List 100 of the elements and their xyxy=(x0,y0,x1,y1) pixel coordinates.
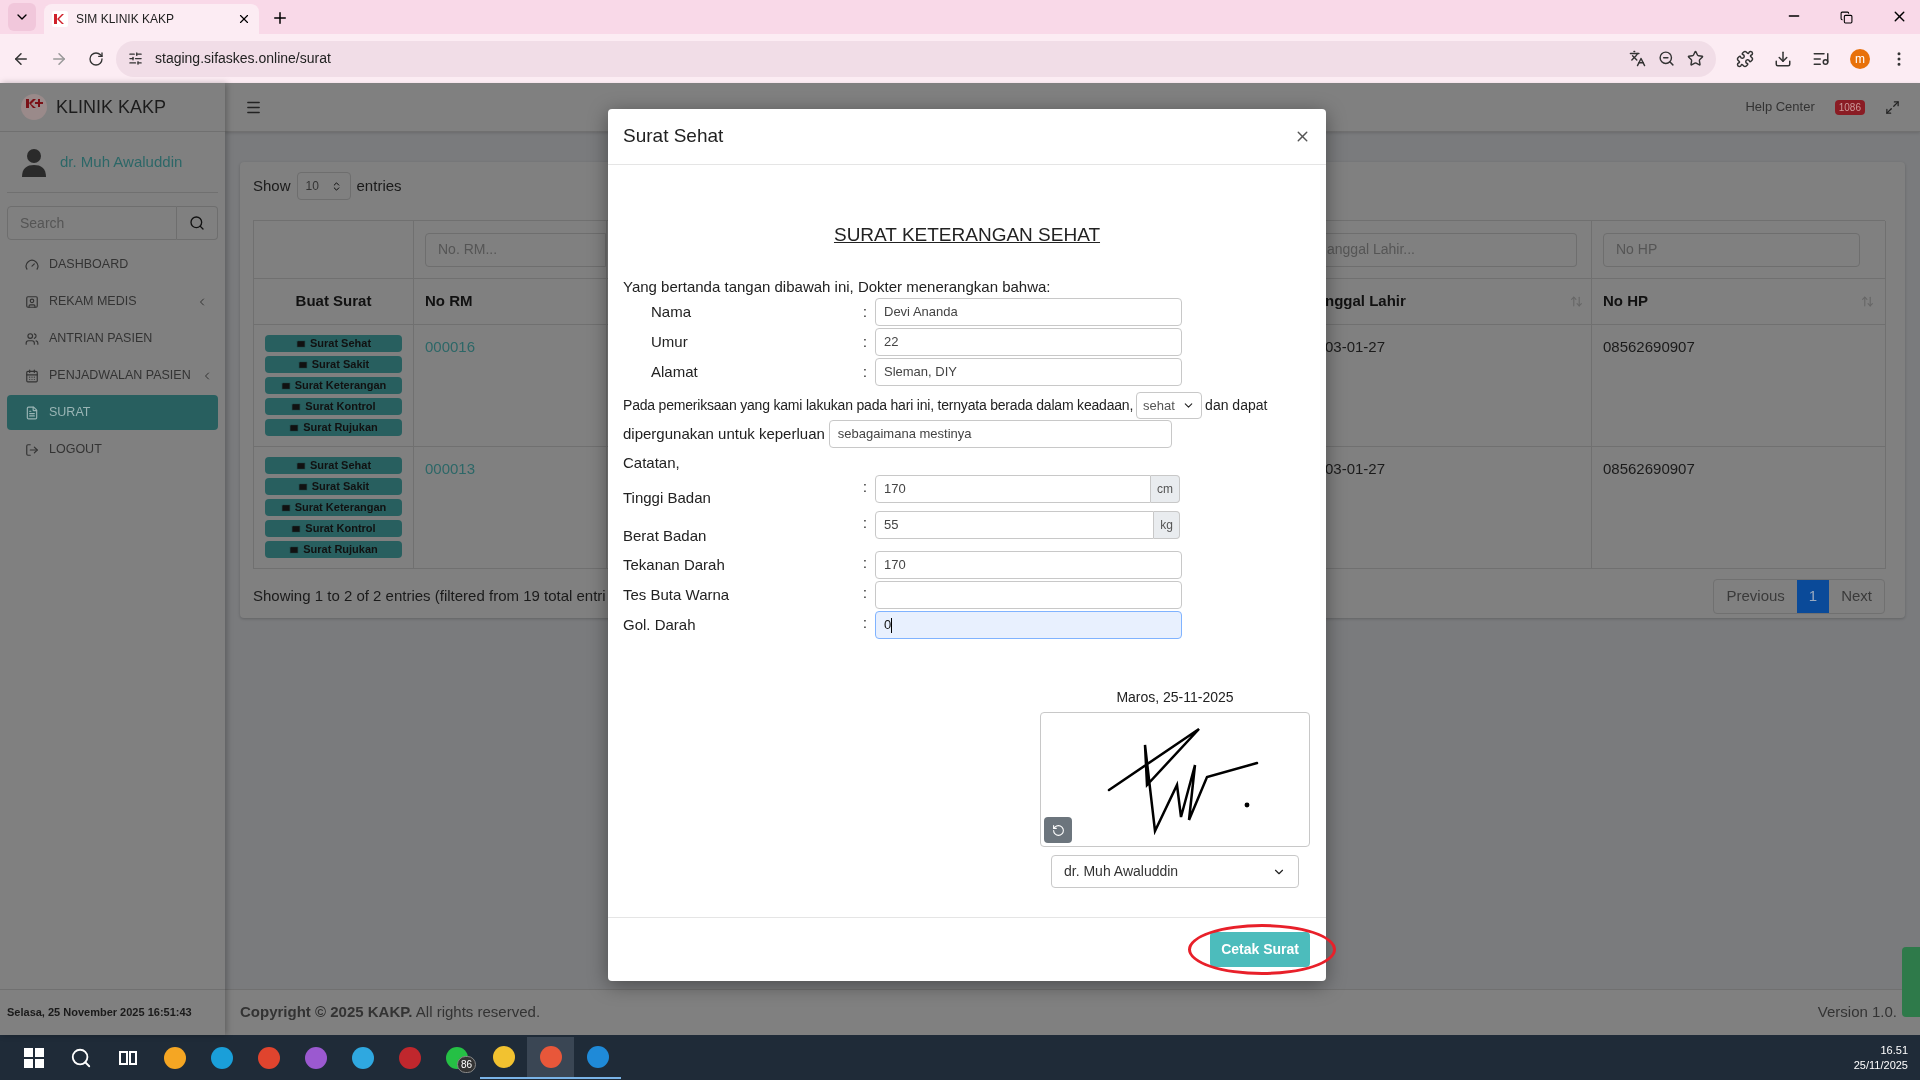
condition-select[interactable]: sehat xyxy=(1136,392,1203,419)
zoom-icon[interactable] xyxy=(1658,50,1675,67)
letter-button[interactable]: Surat Keterangan xyxy=(265,377,402,394)
record-number-link[interactable]: 000016 xyxy=(425,338,476,355)
text-field[interactable]: 22 xyxy=(875,328,1182,356)
sidebar-item[interactable]: PENJADWALAN PASIEN xyxy=(7,358,218,393)
letter-heading: SURAT KETERANGAN SEHAT xyxy=(833,223,1100,247)
table-cell: 03-01-27 xyxy=(1325,338,1386,355)
letter-button[interactable]: Surat Rujukan xyxy=(265,541,402,558)
sidebar-item[interactable]: DASHBOARD xyxy=(7,247,218,282)
signature-pad[interactable] xyxy=(1040,712,1310,847)
profile-avatar[interactable]: m xyxy=(1850,48,1870,69)
place-date: Maros, 25-11-2025 xyxy=(1116,688,1234,707)
url-text: staging.sifaskes.online/surat xyxy=(155,49,331,68)
search-icon xyxy=(189,215,205,231)
table-info: Showing 1 to 2 of 2 entries (filtered from 19 total entri xyxy=(253,586,606,607)
modal-title: Surat Sehat xyxy=(623,124,724,149)
text-field[interactable]: 170 xyxy=(875,474,1151,503)
field-label: Berat Badan xyxy=(623,525,708,546)
colon-text: : xyxy=(863,332,868,352)
letter-button[interactable]: Surat Sakit xyxy=(265,478,402,495)
column-header[interactable]: Buat Surat xyxy=(254,290,413,313)
mail-icon xyxy=(280,502,291,513)
field-label: Umur xyxy=(650,331,689,352)
logout-icon xyxy=(25,442,39,457)
text-field[interactable]: Sleman, DIY xyxy=(875,358,1182,386)
reset-button[interactable] xyxy=(1044,817,1072,843)
address-bar[interactable]: staging.sifaskes.online/surat xyxy=(116,40,1716,77)
letter-button[interactable]: Surat Kontrol xyxy=(265,520,402,537)
new-tab-icon[interactable] xyxy=(271,9,289,27)
user-name[interactable]: dr. Muh Awaluddin xyxy=(60,150,183,174)
text-field[interactable]: 55 xyxy=(875,511,1155,539)
field-label: Tekanan Darah xyxy=(623,554,726,575)
favicon-icon xyxy=(52,11,68,27)
mail-icon xyxy=(291,523,302,534)
id-card-icon xyxy=(25,294,39,309)
user-avatar xyxy=(20,147,48,177)
column-header[interactable]: No HP xyxy=(1603,290,1861,313)
text-field[interactable]: Devi Ananda xyxy=(875,298,1182,326)
letter-button[interactable]: Surat Kontrol xyxy=(265,398,402,415)
translate-icon[interactable] xyxy=(1629,50,1646,67)
clinic-logo xyxy=(20,93,48,121)
taskbar-app[interactable]: 86 xyxy=(433,1036,480,1079)
column-header[interactable]: nggal Lahir xyxy=(1325,290,1570,313)
letter-button[interactable]: Surat Sakit xyxy=(265,356,402,373)
bookmark-icon[interactable] xyxy=(1687,50,1704,67)
page-size-select[interactable]: 10 xyxy=(296,172,351,200)
letter-button[interactable]: Surat Rujukan xyxy=(265,419,402,436)
clock-date: 25/11/2025 xyxy=(1853,1057,1908,1073)
undo-icon xyxy=(1051,823,1065,837)
download-icon[interactable] xyxy=(1774,49,1792,68)
letter-button[interactable]: Surat Sehat xyxy=(265,335,402,352)
page-button[interactable]: Next xyxy=(1829,580,1884,613)
page-button[interactable]: 1 xyxy=(1796,580,1830,613)
page-button[interactable]: Previous xyxy=(1714,580,1797,613)
colon-text: : xyxy=(863,614,868,633)
unit-addon: kg xyxy=(1154,511,1180,539)
show-label: Show xyxy=(253,175,291,196)
letter-button[interactable]: Surat Sehat xyxy=(265,457,402,474)
close-tab-icon[interactable] xyxy=(237,12,251,26)
mail-icon xyxy=(291,401,302,412)
text-field[interactable] xyxy=(875,581,1182,609)
statement-text: dipergunakan untuk keperluan xyxy=(623,423,825,444)
notification-badge[interactable]: 1086 xyxy=(1834,99,1865,115)
record-number-link[interactable]: 000013 xyxy=(425,460,476,477)
clock-time: 16.51 xyxy=(1880,1042,1908,1058)
gauge-icon xyxy=(25,257,39,272)
sidebar-item[interactable]: LOGOUT xyxy=(7,432,218,467)
field-label: Alamat xyxy=(650,361,699,382)
letter-button[interactable]: Surat Keterangan xyxy=(265,499,402,516)
browser-tab[interactable]: SIM KLINIK KAKP xyxy=(44,4,259,34)
sidebar-item[interactable]: REKAM MEDIS xyxy=(7,284,218,319)
taskbar-app[interactable] xyxy=(527,1036,574,1079)
extensions-icon[interactable] xyxy=(1736,49,1754,68)
fullscreen-icon[interactable] xyxy=(1885,99,1900,115)
document-icon xyxy=(25,405,39,420)
colon-text: : xyxy=(863,554,868,573)
purpose-field[interactable]: sebagaimana mestinya xyxy=(828,420,1172,448)
colon-text: : xyxy=(863,514,868,533)
column-header[interactable]: No RM xyxy=(425,290,595,313)
intro-text: Yang bertanda tangan dibawah ini, Dokter menerangkan bahwa: xyxy=(623,276,1051,297)
mail-icon xyxy=(297,481,308,492)
restore-icon[interactable] xyxy=(1840,11,1853,24)
field-label: Nama xyxy=(650,301,692,322)
tab-title: SIM KLINIK KAKP xyxy=(76,11,176,28)
print-button[interactable]: Cetak Surat xyxy=(1210,932,1310,967)
doctor-select[interactable]: dr. Muh Awaluddin xyxy=(1051,855,1299,888)
text-field[interactable]: 0 xyxy=(875,611,1182,639)
sidebar-item[interactable]: ANTRIAN PASIEN xyxy=(7,321,218,356)
mail-icon xyxy=(297,359,308,370)
text-cursor xyxy=(891,617,893,633)
text-field[interactable]: 170 xyxy=(875,551,1182,579)
mail-icon xyxy=(295,338,306,349)
help-center-link[interactable]: Help Center xyxy=(1745,97,1815,117)
reload-icon[interactable] xyxy=(88,50,104,67)
sidebar-item[interactable]: SURAT xyxy=(7,395,218,430)
date-time: Selasa, 25 November 2025 16:51:43 xyxy=(7,1005,192,1021)
search-button[interactable] xyxy=(177,206,218,240)
statement-text: dan dapat xyxy=(1205,396,1268,415)
tab-list-button[interactable] xyxy=(8,3,36,31)
